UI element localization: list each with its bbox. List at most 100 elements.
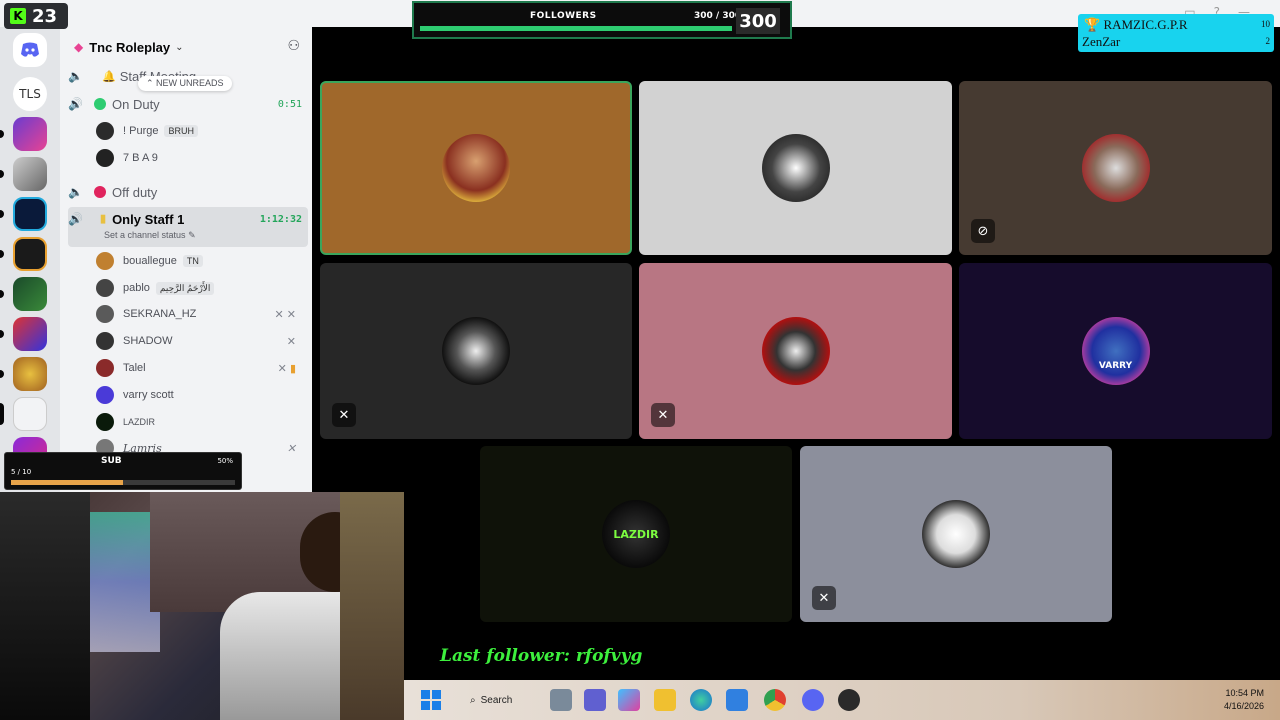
webcam-monitor <box>0 492 90 720</box>
server-icon-tnc[interactable] <box>13 397 47 431</box>
muted-icon: ✕ ▮ <box>277 362 296 375</box>
server-icon-square[interactable] <box>13 197 47 231</box>
video-tile[interactable]: ⊘ <box>959 81 1272 255</box>
server-tls-label: TLS <box>19 87 41 101</box>
clock-time: 10:54 PM <box>1225 688 1264 698</box>
member-tag: الأَرْحَمُ الرَّحِيم <box>155 281 215 295</box>
avatar <box>96 332 114 350</box>
discord-icon[interactable] <box>802 689 824 711</box>
avatar-text: VARRY <box>1098 361 1133 371</box>
muted-mic-icon: ✕ <box>651 403 675 427</box>
taskbar: ⌕ Search 10:54 PM 4/16/2026 <box>404 680 1280 720</box>
teams-icon[interactable] <box>584 689 606 711</box>
windows-start-icon[interactable] <box>420 689 442 711</box>
badge-icon: ▮ <box>100 213 107 225</box>
chrome-icon[interactable] <box>764 689 786 711</box>
avatar: VARRY <box>1081 317 1150 385</box>
channel-status-label: Set a channel status <box>104 230 186 240</box>
avatar <box>922 500 990 568</box>
voice-member[interactable]: 7 B A 9 <box>96 146 302 170</box>
kick-logo-icon: K <box>10 8 26 24</box>
voice-member[interactable]: pablo الأَرْحَمُ الرَّحِيم <box>96 276 302 300</box>
member-name: Talel <box>123 362 146 374</box>
muted-deafened-icon: ✕ ✕ <box>274 308 297 321</box>
avatar <box>96 252 114 270</box>
obs-icon[interactable] <box>838 689 860 711</box>
video-tile-speaking[interactable] <box>320 81 632 255</box>
taskbar-search[interactable]: ⌕ Search <box>462 688 542 712</box>
video-tile[interactable]: ✕ <box>639 263 952 439</box>
unread-pill <box>0 170 4 178</box>
video-tile[interactable]: LAZDIR <box>480 446 792 622</box>
followers-goal: FOLLOWERS 300 / 300 300 <box>412 1 792 39</box>
server-rail: TLS <box>0 27 60 492</box>
selected-pill <box>0 403 4 425</box>
server-name: Tnc Roleplay <box>89 39 171 55</box>
video-tile[interactable] <box>639 81 952 255</box>
red-dot-icon <box>94 186 106 198</box>
sub-label: SUB <box>101 456 122 466</box>
speaker-icon: 🔈 <box>68 69 83 83</box>
green-dot-icon <box>94 98 106 110</box>
followers-count: 300 / 300 <box>694 11 742 21</box>
channel-status[interactable]: Set a channel status ✎ <box>104 230 196 241</box>
unread-pill <box>0 210 4 218</box>
channel-on-duty[interactable]: 🔊 On Duty 0:51 <box>68 91 308 117</box>
last-follower: Last follower: rfofvyg <box>440 646 643 666</box>
trophy-icon: 🏆 <box>1084 17 1101 32</box>
camera-off-icon: ⊘ <box>971 219 995 243</box>
pencil-icon: ✎ <box>188 230 196 240</box>
store-icon[interactable] <box>726 689 748 711</box>
voice-member[interactable]: Talel ✕ ▮ <box>96 356 302 380</box>
channel-only-staff[interactable]: 🔊 ▮ Only Staff 1 1:12:32 Set a channel s… <box>68 207 308 247</box>
avatar <box>96 359 114 377</box>
server-icon-badge[interactable] <box>13 357 47 391</box>
member-tag: TN <box>182 255 203 267</box>
avatar <box>761 317 830 385</box>
avatar <box>761 134 830 202</box>
clock-date: 4/16/2026 <box>1223 701 1264 711</box>
member-tag: BRUH <box>164 125 198 137</box>
clock[interactable]: 10:54 PM 4/16/2026 <box>1224 687 1264 713</box>
video-tile[interactable]: ✕ <box>320 263 632 439</box>
voice-member[interactable]: LAZDIR <box>96 410 302 434</box>
followers-progress-fill <box>420 26 732 31</box>
new-unreads-pill[interactable]: ⌃ NEW UNREADS <box>138 76 232 91</box>
sub-goal: SUB 50% 5 / 10 <box>4 452 242 490</box>
speaker-icon: 🔊 <box>68 212 83 226</box>
task-view-icon[interactable] <box>550 689 572 711</box>
server-icon-red-blue[interactable] <box>13 317 47 351</box>
server-boost-icon: ◆ <box>74 40 84 54</box>
avatar <box>442 134 510 202</box>
avatar <box>442 317 510 385</box>
voice-member[interactable]: varry scott <box>96 383 302 407</box>
channel-off-duty[interactable]: 🔈 Off duty <box>68 179 308 205</box>
video-tile[interactable]: VARRY <box>959 263 1272 439</box>
discord-home-icon[interactable] <box>13 33 47 67</box>
server-icon-marou[interactable] <box>13 237 47 271</box>
file-explorer-icon[interactable] <box>654 689 676 711</box>
new-unreads-label: NEW UNREADS <box>156 78 224 88</box>
unread-pill <box>0 130 4 138</box>
server-icon-store[interactable] <box>13 117 47 151</box>
add-member-icon[interactable]: ⚇ <box>287 38 300 54</box>
member-name: 7 B A 9 <box>123 152 158 164</box>
video-tile[interactable]: ✕ <box>800 446 1112 622</box>
voice-member[interactable]: ! Purge BRUH <box>96 119 302 143</box>
server-tls[interactable]: TLS <box>13 77 47 111</box>
speaker-icon: 🔈 <box>68 185 83 199</box>
bell-icon: 🔔 <box>102 70 116 83</box>
channel-off-duty-label: Off duty <box>112 184 158 200</box>
voice-member[interactable]: SEKRANA_HZ ✕ ✕ <box>96 302 302 326</box>
kick-viewer-counter: K 23 <box>4 3 68 29</box>
voice-member[interactable]: SHADOW ✕ <box>96 329 302 353</box>
avatar <box>96 149 114 167</box>
server-header[interactable]: ◆ Tnc Roleplay ⌄ ⚇ <box>60 27 312 67</box>
copilot-icon[interactable] <box>618 689 640 711</box>
edge-icon[interactable] <box>690 689 712 711</box>
voice-member[interactable]: bouallegue TN <box>96 249 302 273</box>
chevron-down-icon: ⌄ <box>175 41 184 53</box>
viewer-count: 23 <box>32 5 58 27</box>
server-icon-car[interactable] <box>13 157 47 191</box>
server-icon-green[interactable] <box>13 277 47 311</box>
